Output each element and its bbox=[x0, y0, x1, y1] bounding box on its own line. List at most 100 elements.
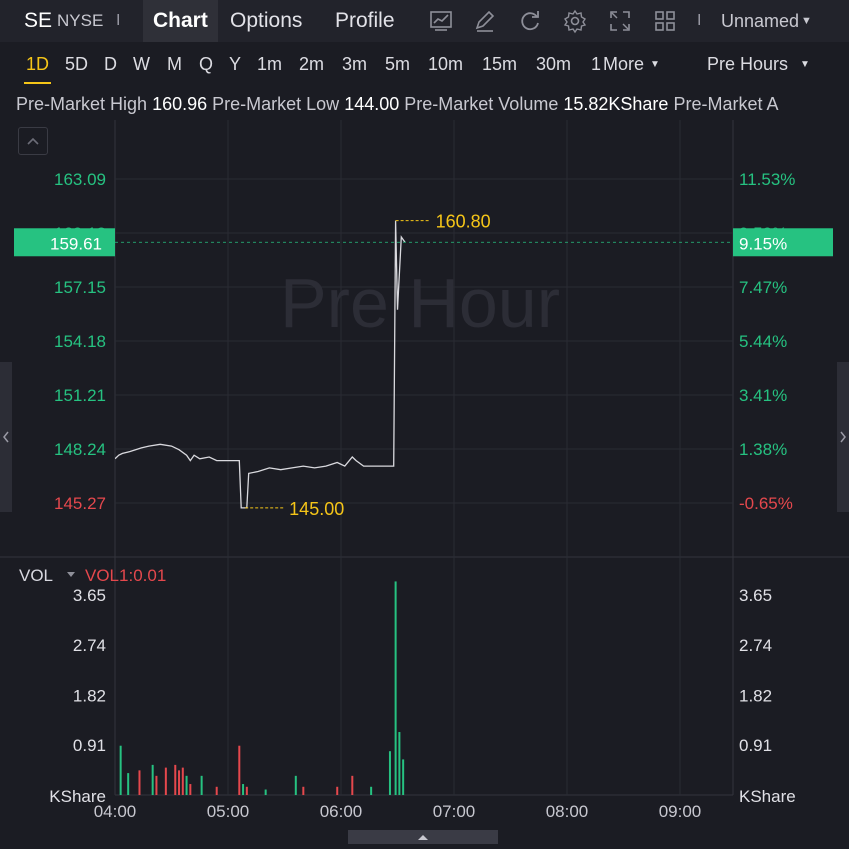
volume-bar bbox=[155, 775, 158, 795]
price-tick-label: 151.21 bbox=[54, 386, 106, 405]
volume-title: VOL bbox=[19, 566, 53, 585]
volume-tick-right: 1.82 bbox=[739, 686, 772, 705]
interval-2m[interactable]: 2m bbox=[299, 42, 324, 86]
volume-bar bbox=[394, 581, 397, 795]
current-pct-label: 9.15% bbox=[739, 234, 787, 253]
interval-q[interactable]: Q bbox=[199, 42, 213, 86]
interval-more[interactable]: More ▼ bbox=[603, 42, 660, 86]
volume-bar bbox=[215, 786, 218, 795]
volume-bar bbox=[351, 775, 354, 795]
layout-name-dropdown[interactable]: Unnamed ▼ bbox=[721, 0, 812, 42]
volume-bar bbox=[185, 775, 188, 795]
volume-bar bbox=[402, 759, 405, 795]
tab-chart[interactable]: Chart bbox=[143, 0, 218, 42]
percent-tick-label: 3.41% bbox=[739, 386, 787, 405]
time-tick-label: 06:00 bbox=[320, 802, 363, 821]
volume-bar bbox=[242, 784, 245, 795]
indicator-icon[interactable] bbox=[428, 8, 454, 34]
volume-tick-left: 3.65 bbox=[73, 586, 106, 605]
low-marker-label: 145.00 bbox=[289, 499, 344, 519]
price-chart[interactable]: Pre Hour 163.09160.12157.15154.18151.211… bbox=[0, 120, 849, 830]
high-marker-label: 160.80 bbox=[436, 212, 491, 232]
interval-30m[interactable]: 30m bbox=[536, 42, 571, 86]
tab-options[interactable]: Options bbox=[230, 0, 302, 42]
price-tick-label: 163.09 bbox=[54, 170, 106, 189]
volume-unit-right: KShare bbox=[739, 787, 796, 806]
layout-name: Unnamed bbox=[721, 11, 800, 31]
tab-profile[interactable]: Profile bbox=[335, 0, 395, 42]
chevron-down-icon: ▼ bbox=[800, 59, 810, 70]
chevron-down-icon: ▼ bbox=[650, 59, 660, 70]
chevron-right-icon bbox=[840, 431, 846, 443]
interval-15m[interactable]: 15m bbox=[482, 42, 517, 86]
bottom-panel-handle[interactable] bbox=[348, 830, 498, 844]
premarket-average-label-partial: Pre-Market A bbox=[673, 94, 779, 114]
chevron-up-icon bbox=[27, 137, 39, 145]
interval-w[interactable]: W bbox=[133, 42, 150, 86]
session-label: Pre Hours bbox=[707, 54, 789, 74]
price-tick-label: 148.24 bbox=[54, 440, 106, 459]
percent-tick-label: -0.65% bbox=[739, 494, 793, 513]
left-panel-handle[interactable] bbox=[0, 362, 12, 512]
time-tick-label: 09:00 bbox=[659, 802, 702, 821]
volume-tick-left: 0.91 bbox=[73, 736, 106, 755]
refresh-icon[interactable] bbox=[517, 8, 543, 34]
price-tick-label: 154.18 bbox=[54, 332, 106, 351]
interval-10m[interactable]: 10m bbox=[428, 42, 463, 86]
price-tick-label: 157.15 bbox=[54, 278, 106, 297]
interval-1h-partial[interactable]: 1 bbox=[591, 42, 601, 86]
volume-bar bbox=[370, 786, 373, 795]
interval-3m[interactable]: 3m bbox=[342, 42, 367, 86]
chevron-up-icon bbox=[418, 835, 428, 840]
collapse-button[interactable] bbox=[18, 127, 48, 155]
volume-tick-left: 2.74 bbox=[73, 636, 106, 655]
percent-axis-right: 11.53%9.50%7.47%5.44%3.41%1.38%-0.65% bbox=[739, 170, 795, 513]
pre-hour-watermark: Pre Hour bbox=[280, 264, 560, 342]
right-panel-handle[interactable] bbox=[837, 362, 849, 512]
premarket-low-value: 144.00 bbox=[344, 94, 400, 114]
session-dropdown[interactable]: Pre Hours ▼ bbox=[707, 42, 810, 86]
percent-tick-label: 11.53% bbox=[739, 170, 795, 189]
chart-grid bbox=[0, 120, 849, 796]
percent-tick-label: 7.47% bbox=[739, 278, 787, 297]
volume-bar bbox=[164, 767, 167, 795]
volume-bar bbox=[294, 775, 297, 795]
interval-m[interactable]: M bbox=[167, 42, 182, 86]
volume-bar bbox=[245, 786, 248, 795]
current-price-label: 159.61 bbox=[50, 234, 102, 253]
volume-bar bbox=[138, 770, 141, 795]
current-price-group: 159.61 9.15% bbox=[14, 228, 833, 257]
chevron-down-icon bbox=[67, 572, 75, 577]
volume-bar bbox=[189, 784, 192, 795]
more-label: More bbox=[603, 54, 645, 74]
interval-1m[interactable]: 1m bbox=[257, 42, 282, 86]
fullscreen-icon[interactable] bbox=[607, 8, 633, 34]
premarket-high-label: Pre-Market High bbox=[16, 94, 148, 114]
interval-5d[interactable]: 5D bbox=[65, 42, 88, 86]
interval-y[interactable]: Y bbox=[229, 42, 241, 86]
layout-grid-icon[interactable] bbox=[652, 8, 678, 34]
time-tick-label: 05:00 bbox=[207, 802, 250, 821]
interval-5m[interactable]: 5m bbox=[385, 42, 410, 86]
premarket-high-value: 160.96 bbox=[152, 94, 208, 114]
time-tick-label: 07:00 bbox=[433, 802, 476, 821]
header-separator: I bbox=[116, 12, 121, 29]
draw-icon[interactable] bbox=[472, 8, 498, 34]
interval-d[interactable]: D bbox=[104, 42, 117, 86]
settings-icon[interactable] bbox=[562, 8, 588, 34]
premarket-low-label: Pre-Market Low bbox=[212, 94, 340, 114]
volume-bar bbox=[398, 732, 401, 795]
volume-bar bbox=[127, 773, 130, 795]
volume-bar bbox=[119, 745, 122, 795]
premarket-info-bar: Pre-Market High 160.96 Pre-Market Low 14… bbox=[0, 88, 849, 120]
price-axis-left: 163.09160.12157.15154.18151.21148.24145.… bbox=[54, 170, 106, 513]
time-axis: 04:00 05:00 06:00 07:00 08:00 09:00 bbox=[94, 802, 702, 821]
volume-bar bbox=[200, 775, 203, 795]
volume-bar bbox=[388, 751, 391, 795]
volume-bar bbox=[181, 767, 184, 795]
percent-tick-label: 1.38% bbox=[739, 440, 787, 459]
interval-1d[interactable]: 1D bbox=[23, 42, 52, 86]
volume-bar bbox=[151, 764, 154, 795]
ticker-symbol[interactable]: SE bbox=[24, 0, 52, 42]
volume-bar bbox=[336, 786, 339, 795]
